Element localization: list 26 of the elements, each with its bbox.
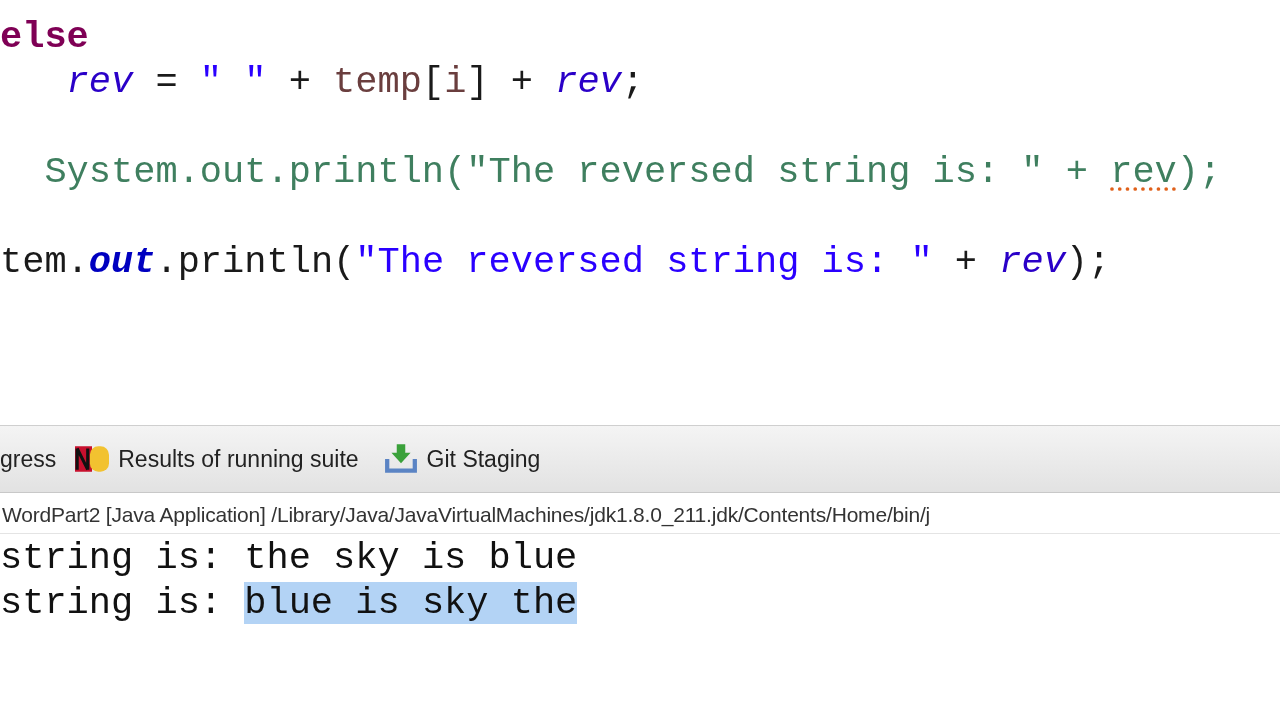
- code-token: i: [444, 61, 467, 103]
- code-token: =: [154, 61, 179, 103]
- code-token: +: [287, 61, 312, 103]
- view-tab[interactable]: gress: [0, 441, 63, 477]
- code-token: "The reversed string is: ": [355, 241, 933, 283]
- code-token: else: [0, 16, 89, 58]
- code-token: [: [421, 61, 445, 103]
- console-output-line: string is: the sky is blue: [0, 536, 578, 581]
- code-token: tem.: [0, 241, 89, 283]
- code-token: rev: [555, 61, 622, 103]
- code-token: .println(: [155, 241, 356, 283]
- code-token: System.out.println("The reversed string is: " +: [43, 151, 1089, 193]
- console-description: WordPart2 [Java Application] /Library/Java/JavaVirtualMachines/jdk1.8.0_211.jdk/Contents/Home/bin/j: [0, 493, 1280, 534]
- code-token: ;: [621, 61, 645, 103]
- code-token: );: [1176, 151, 1222, 193]
- code-token: +: [953, 241, 978, 283]
- code-token: ] +: [466, 61, 534, 103]
- code-token: rev: [999, 241, 1066, 283]
- code-token: temp: [333, 61, 422, 103]
- code-token: out: [88, 241, 156, 283]
- view-tab[interactable]: Git Staging: [380, 438, 553, 480]
- code-token: rev: [1110, 151, 1177, 193]
- code-token: " ": [199, 61, 267, 103]
- code-token: rev: [65, 61, 134, 103]
- console-output-line: string is: blue is sky the: [0, 581, 578, 626]
- view-tab[interactable]: Results of running suite: [72, 438, 371, 480]
